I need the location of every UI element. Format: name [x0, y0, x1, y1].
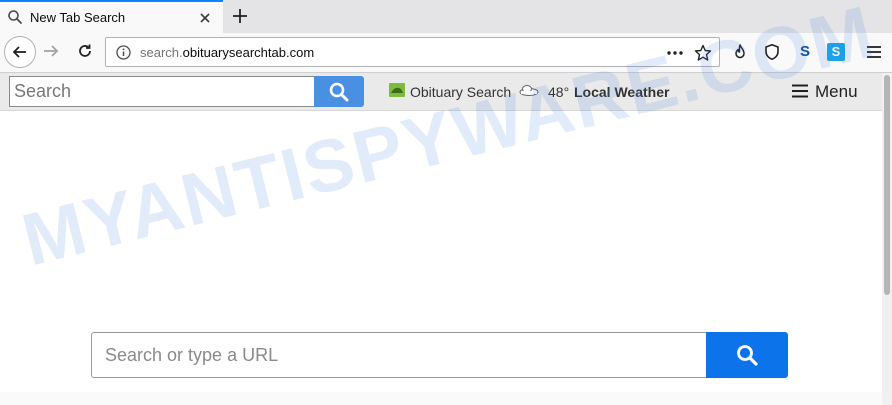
site-toolbar: Obituary Search 48° Local Weather Menu	[0, 73, 882, 111]
vertical-scrollbar[interactable]	[882, 73, 892, 405]
search-icon	[329, 82, 349, 102]
info-icon[interactable]	[116, 45, 131, 60]
tab-new-tab-search[interactable]: New Tab Search	[0, 0, 223, 33]
star-icon[interactable]	[694, 44, 712, 62]
reload-icon[interactable]	[76, 42, 94, 60]
page-footer-area	[0, 392, 882, 405]
back-button[interactable]	[4, 36, 36, 68]
close-icon[interactable]	[197, 10, 213, 26]
url-domain: obituarysearchtab.com	[182, 45, 315, 60]
obituary-search-link[interactable]: Obituary Search	[410, 84, 511, 100]
ellipsis-icon[interactable]	[666, 46, 684, 60]
weather-temperature: 48°	[548, 84, 570, 100]
address-bar[interactable]: search.obituarysearchtab.com	[105, 37, 720, 67]
shield-icon[interactable]	[763, 43, 781, 61]
top-search-input[interactable]	[9, 76, 315, 107]
hamburger-icon[interactable]	[866, 44, 882, 60]
url-text[interactable]: search.obituarysearchtab.com	[140, 45, 314, 60]
search-icon	[737, 345, 758, 366]
local-weather-link[interactable]: Local Weather	[574, 84, 669, 100]
obituary-icon[interactable]	[389, 83, 405, 97]
top-search-button[interactable]	[314, 76, 364, 107]
plus-icon[interactable]	[228, 4, 252, 28]
tab-strip: New Tab Search	[0, 0, 892, 33]
cloud-icon	[518, 83, 540, 97]
tab-title: New Tab Search	[30, 10, 126, 25]
main-search-input[interactable]	[91, 332, 707, 378]
fire-icon[interactable]	[731, 43, 749, 61]
arrow-left-icon	[12, 46, 26, 58]
arrow-right-icon[interactable]	[42, 42, 60, 60]
hamburger-icon[interactable]	[791, 83, 809, 99]
site-menu-button[interactable]: Menu	[815, 82, 858, 102]
search-icon	[7, 9, 23, 25]
s-extension-icon[interactable]: S	[796, 43, 814, 61]
url-prefix: search.	[140, 45, 183, 60]
navigation-toolbar: search.obituarysearchtab.com	[0, 33, 892, 73]
scrollbar-thumb[interactable]	[884, 75, 890, 295]
main-search-button[interactable]	[706, 332, 788, 378]
s-square-extension-icon[interactable]: S	[827, 43, 845, 61]
